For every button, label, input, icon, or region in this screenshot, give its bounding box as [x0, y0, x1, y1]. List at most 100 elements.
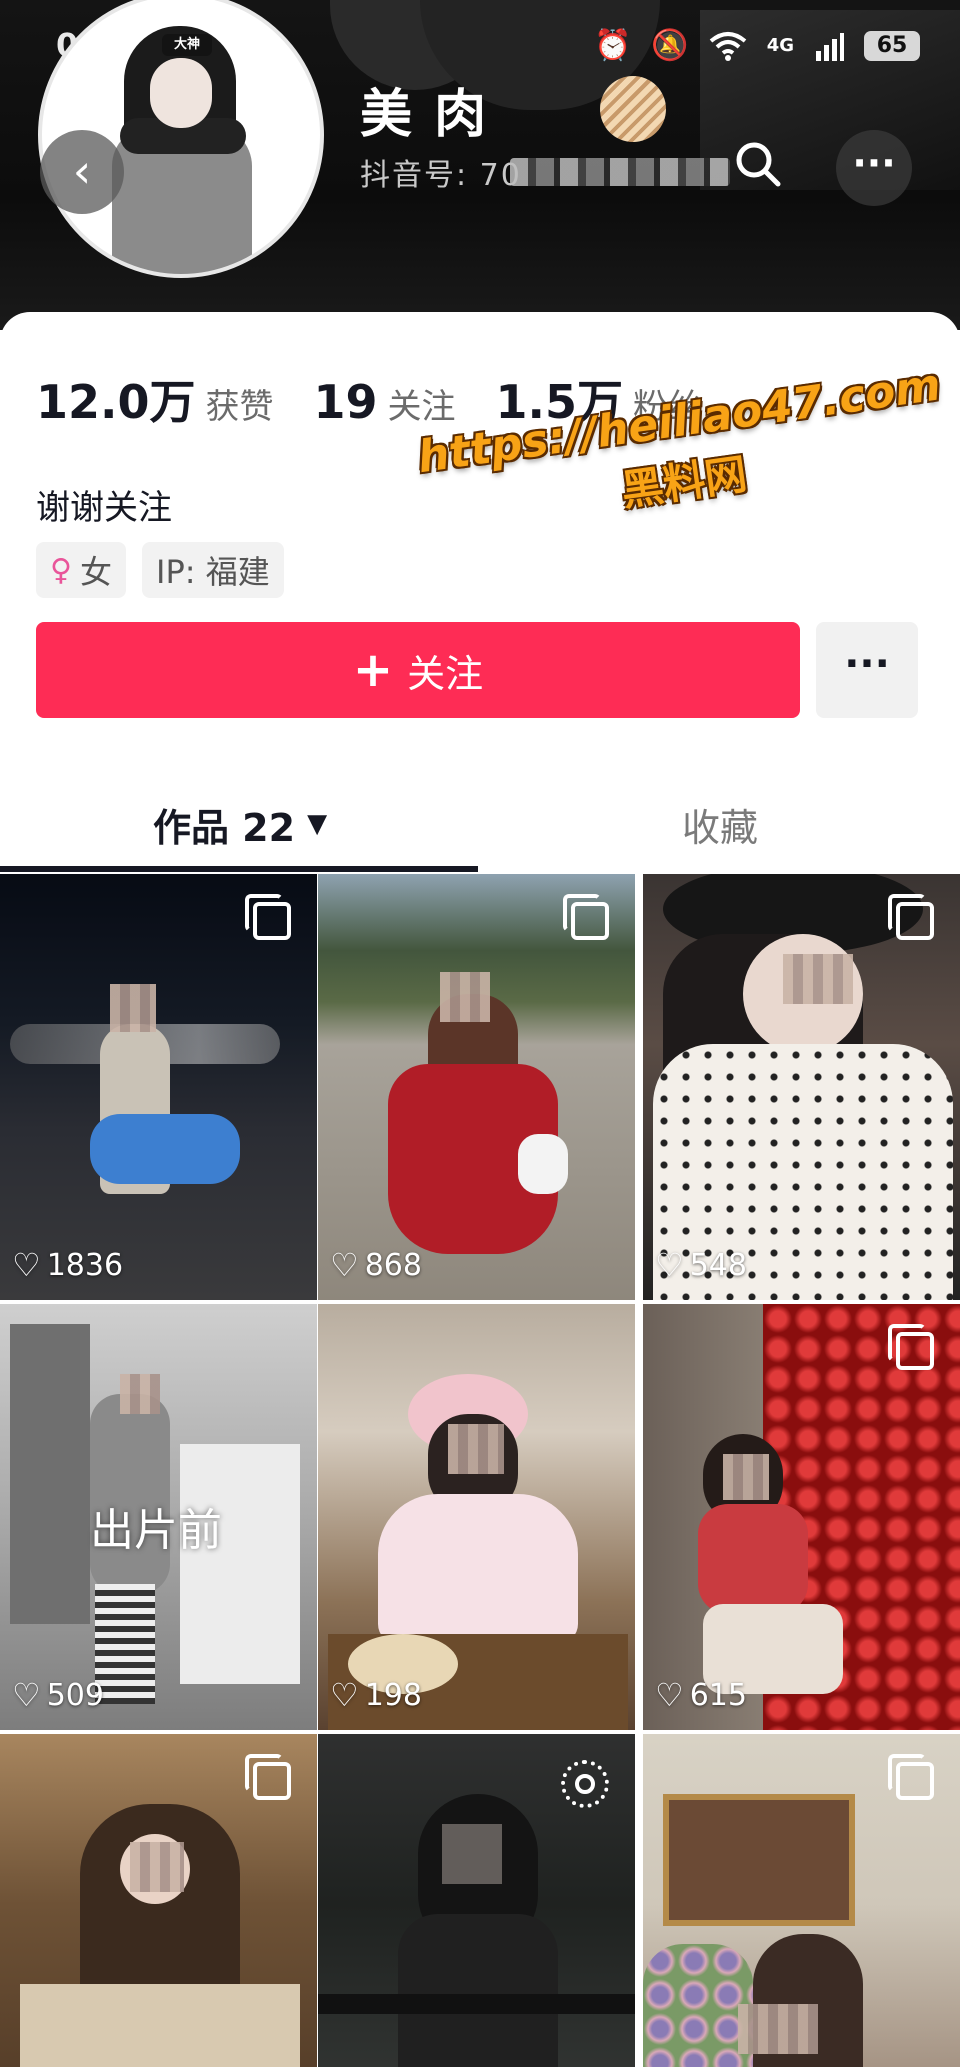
heart-icon: ♡: [330, 1246, 359, 1284]
post-likes: ♡ 1836: [12, 1246, 123, 1284]
multi-image-icon: [245, 1754, 291, 1800]
post-tile[interactable]: ♡ 198: [318, 1304, 635, 1730]
post-tile[interactable]: 出片前 ♡ 509: [0, 1304, 317, 1730]
stat-label: 获赞: [205, 387, 274, 427]
post-thumbnail: [378, 1494, 578, 1644]
heart-icon: ♡: [12, 1246, 41, 1284]
post-thumbnail: [10, 1324, 90, 1624]
post-thumbnail: [698, 1504, 808, 1614]
wifi-icon: [709, 31, 746, 61]
verified-badge-icon: [600, 76, 666, 142]
post-tile[interactable]: ♡ 868: [318, 874, 635, 1300]
like-count: 1836: [46, 1247, 124, 1283]
face-blur: [440, 972, 490, 1022]
heart-icon: ♡: [330, 1676, 359, 1714]
heart-icon: ♡: [655, 1246, 684, 1284]
post-thumbnail: [663, 1794, 855, 1926]
post-thumbnail: [20, 1984, 300, 2067]
avatar-badge: 大神: [162, 34, 212, 56]
post-thumbnail: [643, 1944, 753, 2067]
more-options-button[interactable]: ···: [836, 130, 912, 206]
profile-username: 美 肉: [360, 85, 489, 145]
face-blur: [110, 984, 156, 1032]
face-blur: [120, 1374, 160, 1414]
chevron-left-icon: ‹: [72, 144, 92, 198]
post-thumbnail: [90, 1114, 240, 1184]
alarm-icon: ⏰: [593, 28, 632, 63]
multi-image-icon: [245, 894, 291, 940]
stat-following[interactable]: 19 关注: [314, 375, 456, 429]
post-likes: ♡ 615: [655, 1676, 747, 1714]
heart-icon: ♡: [12, 1676, 41, 1714]
multi-image-icon: [888, 1324, 934, 1370]
gender-label: 女: [79, 553, 112, 591]
post-thumbnail: [95, 1584, 155, 1704]
stat-likes[interactable]: 12.0万 获赞: [36, 366, 274, 432]
stat-value: 12.0万: [36, 375, 196, 429]
more-icon: ···: [844, 641, 890, 687]
stat-value: 19: [313, 375, 378, 429]
face-blur: [442, 1824, 502, 1884]
post-tile[interactable]: [643, 1734, 960, 2067]
post-thumbnail: [318, 1994, 635, 2014]
post-tile[interactable]: ♡ 615: [643, 1304, 960, 1730]
profile-tags: ♀ 女 IP: 福建: [36, 542, 284, 598]
post-thumbnail: [518, 1134, 568, 1194]
tab-collection[interactable]: 收藏: [480, 776, 960, 872]
ip-label: IP: 福建: [156, 553, 270, 591]
multi-image-icon: [888, 894, 934, 940]
multi-image-icon: [563, 894, 609, 940]
stat-label: 关注: [387, 387, 456, 427]
battery-indicator: 65: [864, 30, 920, 61]
follow-label: 关注: [407, 651, 484, 696]
post-thumbnail: [180, 1444, 300, 1684]
tab-works[interactable]: 作品 22 ▼: [0, 776, 480, 872]
tab-works-label: 作品 22: [152, 805, 296, 850]
avatar-figure: [150, 58, 212, 128]
id-blur-mask: [510, 158, 730, 186]
post-likes: ♡ 509: [12, 1676, 104, 1714]
face-blur: [738, 2004, 818, 2054]
post-caption: 出片前: [90, 1505, 222, 1556]
back-button[interactable]: ‹: [40, 130, 124, 214]
douyin-id: 抖音号: 70: [360, 158, 522, 193]
post-tile[interactable]: ♡ 548: [643, 874, 960, 1300]
more-icon: ···: [852, 141, 896, 185]
tab-collection-label: 收藏: [681, 805, 758, 850]
multi-image-icon: [888, 1754, 934, 1800]
post-tile[interactable]: [0, 1734, 317, 2067]
like-count: 615: [689, 1677, 747, 1713]
post-tile[interactable]: ♡ 1836: [0, 874, 317, 1300]
caret-down-icon: ▼: [307, 809, 328, 839]
profile-tabs: 作品 22 ▼ 收藏: [0, 776, 960, 872]
face-blur: [783, 954, 853, 1004]
gender-tag: ♀ 女: [36, 542, 126, 598]
like-count: 868: [364, 1247, 422, 1283]
post-tile[interactable]: [318, 1734, 635, 2067]
ip-tag: IP: 福建: [142, 542, 284, 598]
network-type: 4G: [766, 35, 794, 56]
more-actions-button[interactable]: ···: [816, 622, 918, 718]
profile-bio: 谢谢关注: [36, 488, 172, 528]
tab-indicator: [0, 866, 478, 872]
face-blur: [130, 1842, 184, 1892]
post-thumbnail: [398, 1914, 558, 2067]
female-icon: ♀: [50, 552, 72, 588]
posts-grid: ♡ 1836 ♡ 868 ♡ 548 出片前 ♡ 509 ♡ 198 ♡ 615: [0, 874, 960, 2067]
like-count: 509: [46, 1677, 104, 1713]
post-likes: ♡ 548: [655, 1246, 747, 1284]
mute-icon: 🔕: [651, 28, 689, 63]
signal-icon: [816, 32, 844, 61]
face-blur: [448, 1424, 504, 1474]
status-icons: ⏰ 🔕 4G 65: [594, 28, 920, 63]
face-blur: [723, 1454, 769, 1500]
follow-button[interactable]: + 关注: [36, 622, 800, 718]
plus-icon: +: [352, 642, 394, 698]
search-icon[interactable]: [734, 140, 782, 188]
post-likes: ♡ 868: [330, 1246, 422, 1284]
like-count: 198: [364, 1677, 422, 1713]
post-likes: ♡ 198: [330, 1676, 422, 1714]
profile-header: 08:12 ⏰ 🔕 4G 65 大神 ‹: [0, 0, 960, 330]
heart-icon: ♡: [655, 1676, 684, 1714]
like-count: 548: [689, 1247, 747, 1283]
